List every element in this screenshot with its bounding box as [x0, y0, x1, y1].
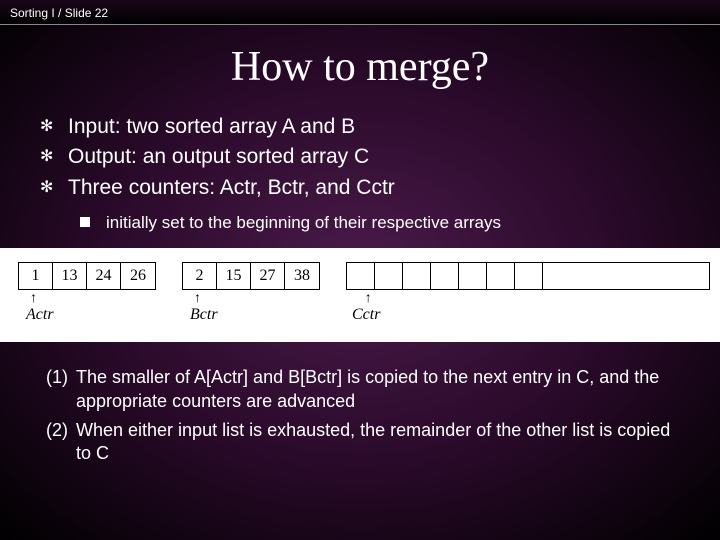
cell-c4: [459, 263, 487, 289]
steps-list: (1) The smaller of A[Actr] and B[Bctr] i…: [46, 366, 674, 466]
cell-c0: [347, 263, 375, 289]
array-c: [346, 262, 710, 290]
cell-b3: 38: [285, 263, 319, 289]
array-b: 2 15 27 38: [182, 262, 320, 290]
pointer-bctr: ↑ Bctr: [190, 292, 218, 324]
cell-c3: [431, 263, 459, 289]
cctr-label: Cctr: [352, 306, 380, 324]
arrow-up-icon: ↑: [194, 292, 201, 306]
array-a-group: 1 13 24 26 ↑ Actr: [18, 262, 156, 324]
arrow-up-icon: ↑: [365, 292, 372, 306]
bctr-label: Bctr: [190, 306, 218, 324]
pointer-cctr: ↑ Cctr: [352, 292, 380, 324]
array-b-group: 2 15 27 38 ↑ Bctr: [182, 262, 320, 324]
bullet-counters: Three counters: Actr, Bctr, and Cctr: [40, 174, 700, 202]
cell-b1: 15: [217, 263, 251, 289]
arrow-up-icon: ↑: [30, 292, 37, 306]
cell-c1: [375, 263, 403, 289]
cell-c7: [543, 263, 571, 289]
cell-a3: 26: [121, 263, 155, 289]
array-a: 1 13 24 26: [18, 262, 156, 290]
cell-c5: [487, 263, 515, 289]
bullet-output: Output: an output sorted array C: [40, 143, 700, 171]
array-c-group: ↑ Cctr: [346, 262, 710, 324]
actr-label: Actr: [26, 306, 54, 324]
merge-diagram: 1 13 24 26 ↑ Actr 2 15 27 38 ↑ Bctr: [0, 248, 720, 342]
step-1-num: (1): [46, 366, 76, 413]
step-1: (1) The smaller of A[Actr] and B[Bctr] i…: [46, 366, 674, 413]
course-name: Sorting I: [10, 6, 55, 20]
cell-c6: [515, 263, 543, 289]
step-2-num: (2): [46, 419, 76, 466]
cell-b0: 2: [183, 263, 217, 289]
cell-a2: 24: [87, 263, 121, 289]
header-sep: /: [58, 6, 61, 20]
slide-title: How to merge?: [0, 43, 720, 91]
step-1-text: The smaller of A[Actr] and B[Bctr] is co…: [76, 366, 674, 413]
bullet-list: Input: two sorted array A and B Output: …: [40, 113, 700, 202]
slide-number: Slide 22: [65, 6, 108, 20]
cell-a0: 1: [19, 263, 53, 289]
step-2-text: When either input list is exhausted, the…: [76, 419, 674, 466]
cell-a1: 13: [53, 263, 87, 289]
cell-b2: 27: [251, 263, 285, 289]
subbullet-list: initially set to the beginning of their …: [80, 212, 720, 234]
pointer-actr: ↑ Actr: [26, 292, 54, 324]
slide-header: Sorting I / Slide 22: [0, 0, 720, 25]
bullet-input: Input: two sorted array A and B: [40, 113, 700, 141]
subbullet-initial: initially set to the beginning of their …: [80, 212, 720, 234]
step-2: (2) When either input list is exhausted,…: [46, 419, 674, 466]
cell-c2: [403, 263, 431, 289]
